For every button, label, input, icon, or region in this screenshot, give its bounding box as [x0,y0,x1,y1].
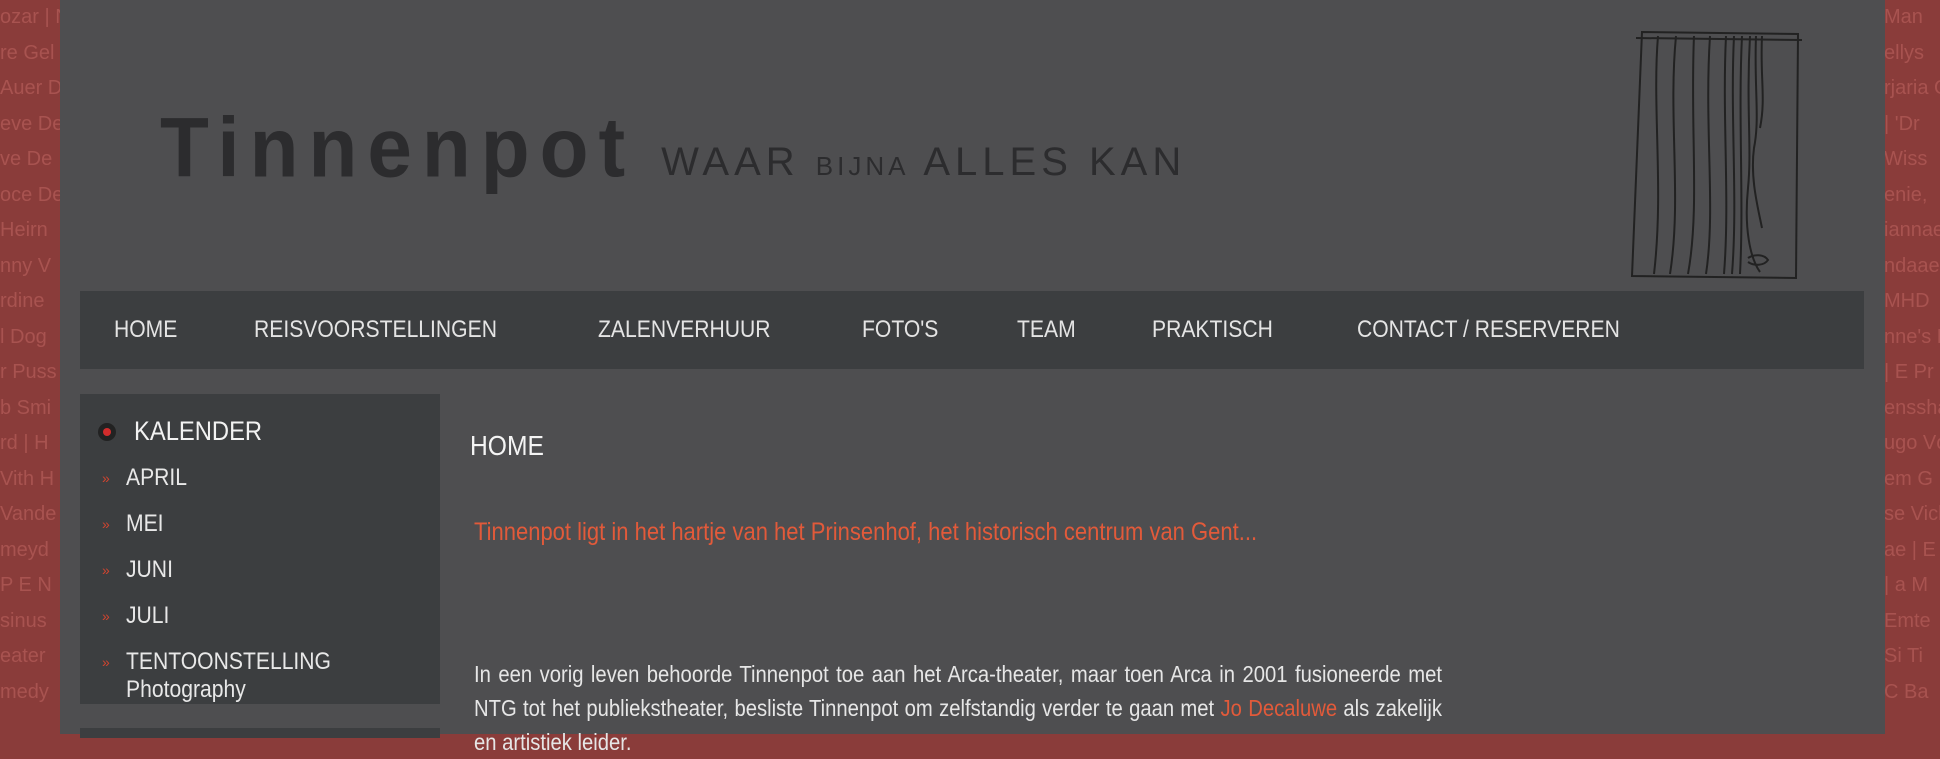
record-bullet-icon [98,422,116,441]
double-chevron-right-icon: » [102,562,110,578]
bg-fragment: re Gel [0,41,55,64]
sidebar-item-label: APRIL [126,464,188,491]
double-chevron-right-icon: » [102,516,110,532]
double-chevron-right-icon: » [102,654,110,670]
background-text-left: ozar | N re Gel Auer D eve De ve De oce … [0,0,60,734]
nav-contact-reserveren[interactable]: CONTACT / RESERVEREN [1357,316,1620,344]
sidebar-item-title: TENTOONSTELLING [126,648,331,675]
bg-fragment: eater [0,645,46,667]
bg-fragment: r Puss [0,361,57,383]
nav-home[interactable]: HOME [114,316,177,344]
sidebar-item-juni[interactable]: » JUNI [102,556,359,602]
double-chevron-right-icon: » [102,470,110,486]
bg-fragment: nny V [0,254,52,277]
sidebar-kalender: KALENDER » APRIL » MEI » JUNI » JULI » T… [80,394,440,704]
bg-fragment: rd | H [0,432,49,454]
bg-fragment: ellys [1884,41,1925,64]
bg-fragment: ozar | N [0,6,60,28]
bg-fragment: | E Pr [1884,361,1934,383]
sidebar-title-text: KALENDER [134,416,263,446]
sidebar-item-label: JULI [126,602,170,629]
tagline-word: WAAR [661,140,800,184]
page-container: Tinnenpot WAAR BIJNA ALLES KAN HOME REIS… [60,0,1885,755]
bg-fragment: P E N [0,574,52,596]
nav-reisvoorstellingen[interactable]: REISVOORSTELLINGEN [254,316,497,344]
sidebar-list: » APRIL » MEI » JUNI » JULI » TENTOONSTE… [102,464,359,703]
bg-fragment: l Dog [0,325,47,348]
bg-fragment: eve De [0,112,60,135]
bg-fragment: meyd [0,538,49,561]
sidebar-second-block [80,728,440,738]
sidebar-item-mei[interactable]: » MEI [102,510,359,556]
bg-fragment: | 'Dr [1884,112,1920,135]
page-title: HOME [470,430,544,461]
bg-fragment: oce De [0,183,60,206]
main-navigation: HOME REISVOORSTELLINGEN ZALENVERHUUR FOT… [80,291,1864,369]
sidebar-item-juli[interactable]: » JULI [102,602,359,648]
logo-tagline: WAAR BIJNA ALLES KAN [661,142,1186,186]
bg-fragment: se Vick [1884,503,1940,525]
sidebar-item-label: TENTOONSTELLING Photography [126,648,331,703]
bg-fragment: iannae [1884,219,1940,241]
bg-fragment: enie, [1884,183,1928,206]
bg-fragment: Vande [0,503,57,525]
nav-team[interactable]: TEAM [1017,316,1076,344]
site-logo[interactable]: Tinnenpot WAAR BIJNA ALLES KAN [160,100,1186,195]
double-chevron-right-icon: » [102,608,110,624]
bg-fragment: rdine [0,290,45,312]
bg-fragment: ae | E [1884,538,1936,561]
bg-fragment: C Ba [1884,680,1929,703]
bg-fragment: enssha [1884,396,1940,419]
bg-fragment: Man [1884,6,1923,28]
nav-fotos[interactable]: FOTO'S [862,316,938,344]
sidebar-title: KALENDER [98,416,280,447]
jo-decaluwe-link[interactable]: Jo Decaluwe [1221,695,1338,721]
nav-zalenverhuur[interactable]: ZALENVERHUUR [598,316,771,344]
bg-fragment: nne's D [1884,325,1940,348]
sidebar-item-label: JUNI [126,556,173,583]
intro-text: Tinnenpot ligt in het hartje van het Pri… [474,518,1258,546]
bg-fragment: medy [0,680,49,703]
bg-fragment: ndaae [1884,254,1940,277]
bg-fragment: b Smi [0,396,52,419]
curtain-icon [1630,30,1803,280]
sidebar-item-label: MEI [126,510,164,537]
bg-fragment: em G [1884,467,1933,490]
body-paragraph: In een vorig leven behoorde Tinnenpot to… [474,657,1442,759]
sidebar-item-april[interactable]: » APRIL [102,464,359,510]
bg-fragment: Emte [1884,609,1931,632]
sidebar-item-tentoonstelling[interactable]: » TENTOONSTELLING Photography [102,648,359,703]
site-header: Tinnenpot WAAR BIJNA ALLES KAN [60,0,1885,290]
bg-fragment: Wiss [1884,148,1928,170]
background-text-right: Man ellys rjaria O | 'Dr Wiss enie, iann… [1884,0,1940,734]
nav-praktisch[interactable]: PRAKTISCH [1152,316,1273,344]
bg-fragment: Vith H [0,467,55,490]
bg-fragment: ugo Vc [1884,432,1940,454]
bg-fragment: ve De [0,148,53,170]
bg-fragment: rjaria O [1884,77,1940,99]
main-content: HOME Tinnenpot ligt in het hartje van he… [470,430,1510,755]
tagline-word: ALLES KAN [923,140,1187,184]
bg-fragment: MHD [1884,290,1930,312]
sidebar-item-subtitle: Photography [126,676,246,703]
bg-fragment: sinus [0,609,47,632]
bg-fragment: Auer D [0,77,60,99]
bg-fragment: Heirn [0,219,48,241]
bg-fragment: | a M [1884,574,1929,596]
bg-fragment: Si Ti [1884,645,1923,667]
logo-name: Tinnenpot [160,100,636,195]
tagline-word-small: BIJNA [815,151,910,181]
